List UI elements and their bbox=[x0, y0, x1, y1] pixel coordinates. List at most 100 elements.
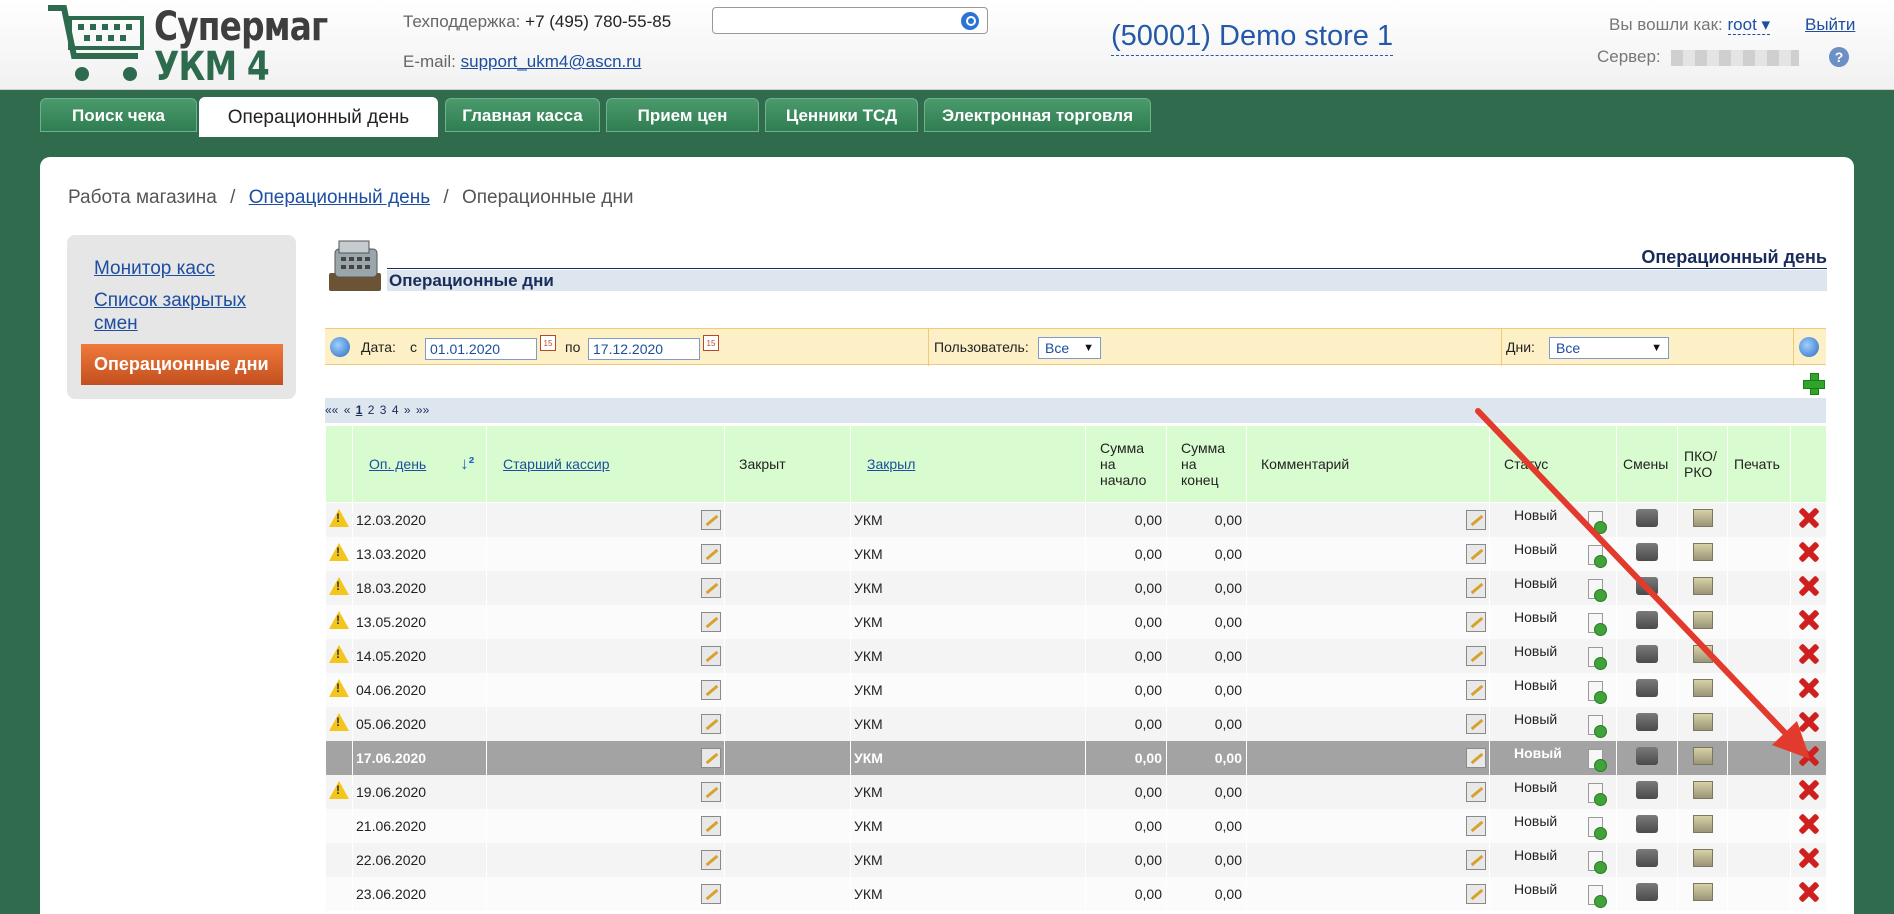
shifts-register-icon[interactable] bbox=[1636, 577, 1658, 595]
edit-comment-icon[interactable] bbox=[1466, 713, 1486, 734]
cash-order-icon[interactable] bbox=[1692, 577, 1713, 595]
days-select[interactable]: Все ▼ bbox=[1549, 337, 1669, 359]
status-document-icon[interactable] bbox=[1588, 646, 1607, 670]
delete-icon[interactable] bbox=[1798, 779, 1820, 801]
delete-icon[interactable] bbox=[1798, 677, 1820, 699]
delete-icon[interactable] bbox=[1798, 609, 1820, 631]
sidebar-item-closed-shifts[interactable]: Список закрытых смен bbox=[94, 289, 264, 335]
apply-filter-globe-icon[interactable] bbox=[1799, 337, 1819, 357]
cash-order-icon[interactable] bbox=[1692, 645, 1713, 663]
edit-icon[interactable] bbox=[701, 543, 721, 564]
pager-page-2[interactable]: 2 bbox=[368, 403, 375, 417]
edit-icon[interactable] bbox=[701, 781, 721, 802]
table-row[interactable]: 13.05.2020УКМ0,000,00Новый bbox=[325, 604, 1827, 639]
status-document-icon[interactable] bbox=[1588, 544, 1607, 568]
cash-order-icon[interactable] bbox=[1692, 679, 1713, 697]
shifts-register-icon[interactable] bbox=[1636, 747, 1658, 765]
edit-comment-icon[interactable] bbox=[1466, 645, 1486, 666]
tab-e-commerce[interactable]: Электронная торговля bbox=[924, 98, 1151, 132]
search-input[interactable] bbox=[712, 7, 988, 34]
edit-icon[interactable] bbox=[701, 815, 721, 836]
pager-last[interactable]: »» bbox=[416, 403, 429, 417]
shifts-register-icon[interactable] bbox=[1636, 645, 1658, 663]
table-row[interactable]: 18.03.2020УКМ0,000,00Новый bbox=[325, 570, 1827, 605]
table-row[interactable]: 21.06.2020 УКМ 0,00 0,00 Новый bbox=[325, 808, 1827, 843]
cash-order-icon[interactable] bbox=[1692, 781, 1713, 799]
edit-icon[interactable] bbox=[701, 713, 721, 734]
table-row[interactable]: 19.06.2020УКМ0,000,00Новый bbox=[325, 774, 1827, 809]
cash-order-icon[interactable] bbox=[1692, 713, 1713, 731]
user-select[interactable]: Все ▼ bbox=[1038, 337, 1101, 359]
status-document-icon[interactable] bbox=[1588, 850, 1607, 874]
edit-comment-icon[interactable] bbox=[1466, 679, 1486, 700]
delete-icon[interactable] bbox=[1798, 541, 1820, 563]
delete-icon[interactable] bbox=[1798, 813, 1820, 835]
tab-price-tags[interactable]: Ценники ТСД bbox=[765, 98, 918, 132]
header-senior-cashier[interactable]: Старший кассир bbox=[486, 425, 725, 503]
edit-icon[interactable] bbox=[701, 679, 721, 700]
edit-comment-icon[interactable] bbox=[1466, 849, 1486, 870]
edit-icon[interactable] bbox=[701, 509, 721, 530]
date-to-input[interactable]: 17.12.2020 bbox=[588, 338, 700, 360]
status-document-icon[interactable] bbox=[1588, 714, 1607, 738]
sort-op-day-link[interactable]: Оп. день bbox=[369, 456, 426, 472]
pager-page-1[interactable]: 1 bbox=[356, 403, 363, 417]
sort-senior-link[interactable]: Старший кассир bbox=[503, 456, 610, 472]
edit-icon[interactable] bbox=[701, 883, 721, 904]
cash-order-icon[interactable] bbox=[1692, 611, 1713, 629]
support-email-link[interactable]: support_ukm4@ascn.ru bbox=[461, 52, 642, 71]
pager-page-4[interactable]: 4 bbox=[392, 403, 399, 417]
sidebar-item-register-monitor[interactable]: Монитор касс bbox=[94, 257, 215, 280]
table-row[interactable]: 12.03.2020УКМ0,000,00Новый bbox=[325, 502, 1827, 537]
table-row[interactable]: 05.06.2020УКМ0,000,00Новый bbox=[325, 706, 1827, 741]
edit-icon[interactable] bbox=[701, 577, 721, 598]
breadcrumb-operational-day[interactable]: Операционный день bbox=[249, 187, 430, 208]
edit-icon[interactable] bbox=[701, 645, 721, 666]
delete-icon[interactable] bbox=[1798, 507, 1820, 529]
header-closed-by[interactable]: Закрыл bbox=[850, 425, 1086, 503]
status-document-icon[interactable] bbox=[1588, 816, 1607, 840]
delete-icon[interactable] bbox=[1798, 711, 1820, 733]
pager-prev[interactable]: « bbox=[344, 403, 351, 417]
edit-comment-icon[interactable] bbox=[1466, 747, 1486, 768]
tab-operational-day[interactable]: Операционный день bbox=[199, 97, 438, 137]
cash-order-icon[interactable] bbox=[1692, 543, 1713, 561]
status-document-icon[interactable] bbox=[1588, 748, 1607, 772]
edit-icon[interactable] bbox=[701, 849, 721, 870]
status-document-icon[interactable] bbox=[1588, 511, 1607, 534]
shifts-register-icon[interactable] bbox=[1636, 781, 1658, 799]
date-from-input[interactable]: 01.01.2020 bbox=[425, 338, 537, 360]
logout-link[interactable]: Выйти bbox=[1805, 15, 1855, 35]
header-op-day[interactable]: Оп. день ↓² bbox=[352, 425, 487, 503]
tab-main-register[interactable]: Главная касса bbox=[445, 98, 600, 132]
sidebar-item-operational-days[interactable]: Операционные дни bbox=[81, 344, 283, 385]
edit-comment-icon[interactable] bbox=[1466, 781, 1486, 802]
delete-icon[interactable] bbox=[1798, 745, 1820, 767]
tab-receipt-search[interactable]: Поиск чека bbox=[40, 98, 197, 132]
table-row[interactable]: 22.06.2020 УКМ 0,00 0,00 Новый bbox=[325, 842, 1827, 877]
table-row[interactable]: 14.05.2020УКМ0,000,00Новый bbox=[325, 638, 1827, 673]
delete-icon[interactable] bbox=[1798, 847, 1820, 869]
cash-order-icon[interactable] bbox=[1692, 509, 1713, 528]
status-document-icon[interactable] bbox=[1588, 578, 1607, 602]
table-row[interactable]: 23.06.2020 УКМ 0,00 0,00 Новый bbox=[325, 876, 1827, 911]
edit-comment-icon[interactable] bbox=[1466, 577, 1486, 598]
cash-order-icon[interactable] bbox=[1692, 747, 1713, 765]
shifts-register-icon[interactable] bbox=[1636, 849, 1658, 867]
shifts-register-icon[interactable] bbox=[1636, 543, 1658, 561]
table-row[interactable]: 04.06.2020УКМ0,000,00Новый bbox=[325, 672, 1827, 707]
edit-icon[interactable] bbox=[701, 747, 721, 768]
cash-order-icon[interactable] bbox=[1692, 883, 1713, 901]
status-document-icon[interactable] bbox=[1588, 680, 1607, 704]
shifts-register-icon[interactable] bbox=[1636, 713, 1658, 731]
delete-icon[interactable] bbox=[1798, 575, 1820, 597]
cash-order-icon[interactable] bbox=[1692, 849, 1713, 867]
app-logo[interactable]: Супермаг УКМ 4 bbox=[46, 2, 328, 90]
edit-comment-icon[interactable] bbox=[1466, 543, 1486, 564]
edit-comment-icon[interactable] bbox=[1466, 815, 1486, 836]
refresh-globe-icon[interactable] bbox=[330, 337, 350, 357]
status-document-icon[interactable] bbox=[1588, 612, 1607, 636]
shifts-register-icon[interactable] bbox=[1636, 679, 1658, 697]
help-icon[interactable]: ? bbox=[1829, 47, 1849, 67]
edit-comment-icon[interactable] bbox=[1466, 883, 1486, 904]
